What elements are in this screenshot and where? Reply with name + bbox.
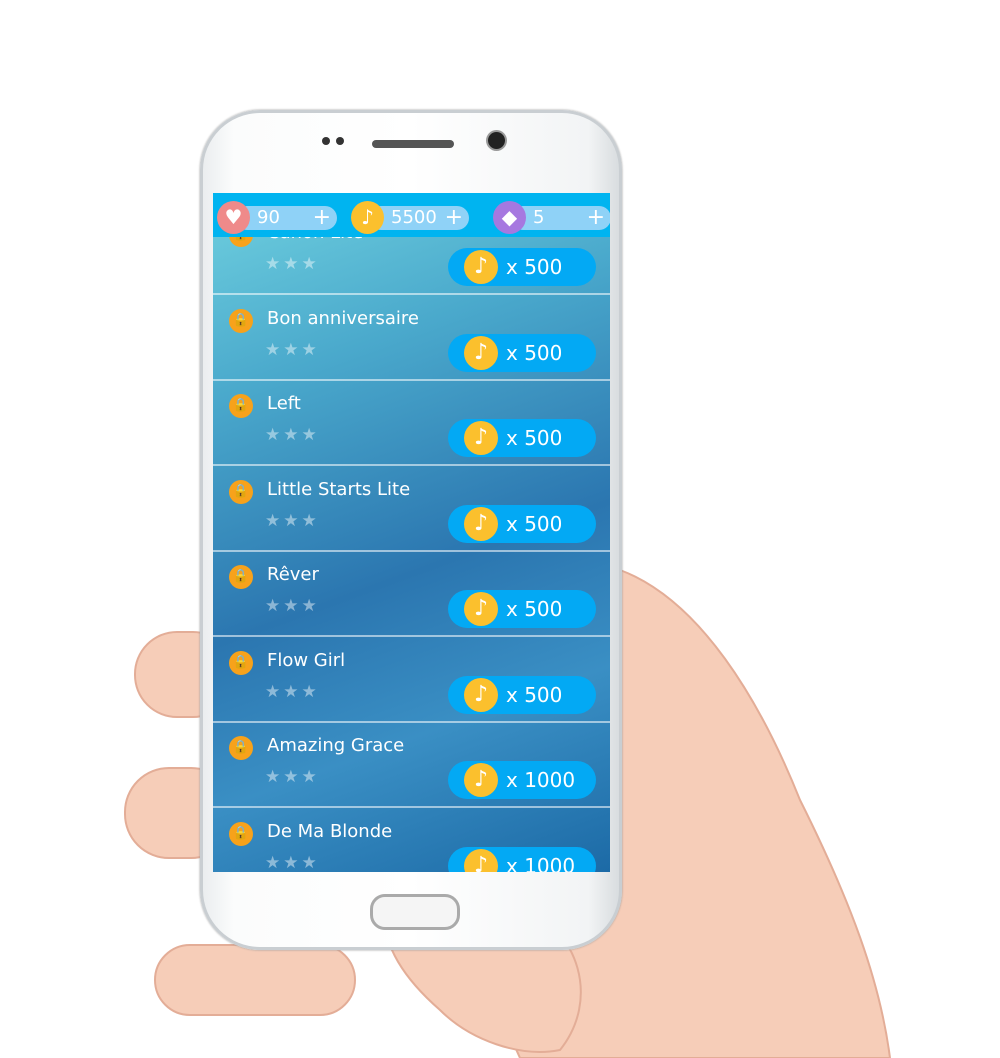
unlock-button[interactable]: ♪ x 500	[448, 333, 596, 372]
unlock-button[interactable]: ♪ x 500	[448, 248, 596, 286]
music-note-icon: ♪	[464, 506, 498, 541]
star-rating: ★★★	[265, 425, 320, 445]
lock-icon: 🔒	[229, 650, 253, 675]
song-row[interactable]: 🔒 De Ma Blonde ★★★ ♪ x 1000	[213, 807, 610, 873]
song-title: Bon anniversaire	[267, 307, 419, 329]
unlock-button[interactable]: ♪ x 1000	[448, 846, 596, 873]
gems-counter[interactable]: ◆ 5 +	[493, 201, 610, 234]
lock-icon: 🔒	[229, 479, 253, 504]
star-rating: ★★★	[265, 852, 320, 873]
app-screen: ♥ 90 + ♪ 5500 + ◆ 5 + 🔒 Canon Lite ★★★ ♪…	[213, 193, 610, 872]
star-rating: ★★★	[265, 510, 320, 531]
star-rating: ★★★	[265, 339, 320, 360]
song-row[interactable]: 🔒 Rêver ★★★ ♪ x 500	[213, 550, 610, 637]
diamond-icon: ◆	[493, 201, 526, 234]
price-label: x 500	[506, 511, 563, 536]
phone: ♥ 90 + ♪ 5500 + ◆ 5 + 🔒 Canon Lite ★★★ ♪…	[200, 110, 622, 950]
lock-icon: 🔒	[229, 821, 253, 846]
music-note-icon: ♪	[464, 335, 498, 370]
music-note-icon: ♪	[351, 201, 384, 234]
song-row[interactable]: 🔒 Bon anniversaire ★★★ ♪ x 500	[213, 294, 610, 381]
lives-counter[interactable]: ♥ 90 +	[217, 201, 337, 234]
camera-icon	[488, 132, 505, 149]
music-note-icon: ♪	[464, 421, 498, 455]
add-coins-button[interactable]: +	[445, 206, 463, 230]
lives-value: 90	[257, 207, 280, 228]
coins-value: 5500	[391, 207, 437, 228]
sensor-icon	[322, 137, 330, 145]
song-title: Amazing Grace	[267, 735, 405, 756]
music-note-icon: ♪	[464, 677, 498, 712]
star-rating: ★★★	[265, 596, 320, 616]
price-label: x 500	[506, 255, 563, 279]
lock-icon: 🔒	[229, 565, 253, 589]
music-note-icon: ♪	[464, 848, 498, 872]
price-label: x 500	[506, 426, 563, 450]
lock-icon: 🔒	[229, 394, 253, 418]
song-title: Little Starts Lite	[267, 478, 411, 500]
star-rating: ★★★	[265, 767, 320, 787]
music-note-icon: ♪	[464, 250, 498, 284]
unlock-button[interactable]: ♪ x 1000	[448, 761, 596, 799]
home-button[interactable]	[370, 894, 460, 930]
unlock-button[interactable]: ♪ x 500	[448, 419, 596, 457]
gems-value: 5	[533, 207, 545, 228]
price-label: x 1000	[506, 853, 576, 873]
song-title: Left	[267, 393, 301, 414]
price-label: x 500	[506, 597, 563, 621]
coins-counter[interactable]: ♪ 5500 +	[351, 201, 469, 234]
price-label: x 500	[506, 682, 563, 707]
song-title: De Ma Blonde	[267, 820, 393, 842]
heart-icon: ♥	[217, 201, 250, 234]
music-note-icon: ♪	[464, 763, 498, 797]
unlock-button[interactable]: ♪ x 500	[448, 675, 596, 714]
price-label: x 500	[506, 340, 563, 365]
speaker-grille	[372, 140, 454, 148]
lock-icon: 🔒	[229, 736, 253, 760]
song-row[interactable]: 🔒 Left ★★★ ♪ x 500	[213, 379, 610, 466]
unlock-button[interactable]: ♪ x 500	[448, 590, 596, 628]
add-lives-button[interactable]: +	[313, 206, 331, 230]
lock-icon: 🔒	[229, 308, 253, 333]
song-row[interactable]: 🔒 Little Starts Lite ★★★ ♪ x 500	[213, 465, 610, 552]
song-row[interactable]: 🔒 Amazing Grace ★★★ ♪ x 1000	[213, 721, 610, 808]
add-gems-button[interactable]: +	[587, 206, 605, 230]
currency-bar: ♥ 90 + ♪ 5500 + ◆ 5 +	[213, 193, 610, 237]
music-note-icon: ♪	[464, 592, 498, 626]
sensor-icon	[336, 137, 344, 145]
song-title: Flow Girl	[267, 649, 346, 671]
star-rating: ★★★	[265, 681, 320, 702]
unlock-button[interactable]: ♪ x 500	[448, 504, 596, 543]
song-title: Rêver	[267, 564, 319, 585]
song-row[interactable]: 🔒 Flow Girl ★★★ ♪ x 500	[213, 636, 610, 723]
star-rating: ★★★	[265, 254, 320, 274]
price-label: x 1000	[506, 768, 576, 792]
